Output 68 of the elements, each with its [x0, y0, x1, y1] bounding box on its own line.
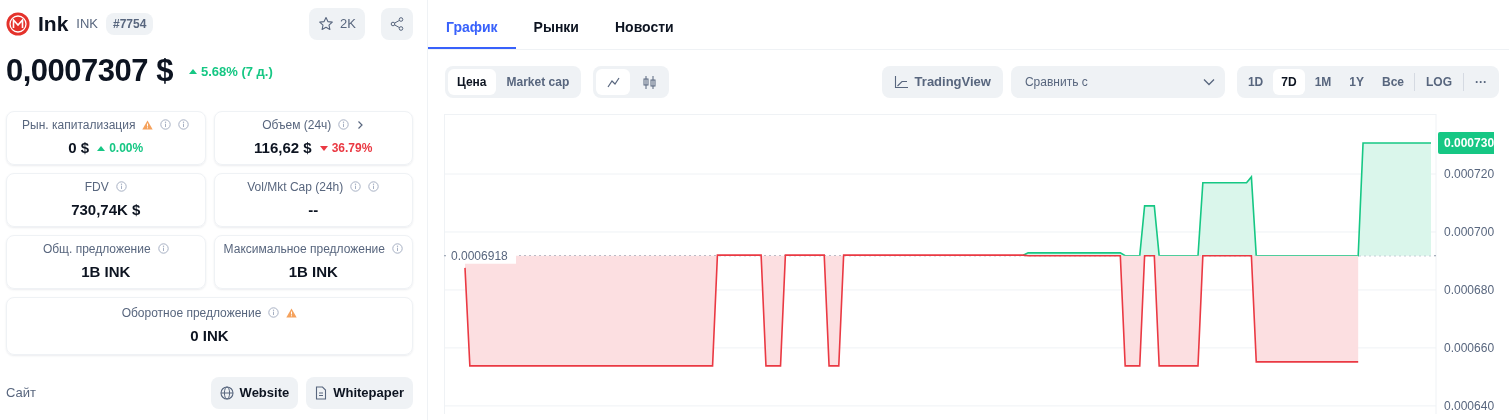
share-icon [390, 17, 404, 31]
stat-change: 0.00% [109, 140, 144, 157]
share-button[interactable] [381, 8, 413, 40]
stat-label: Рын. капитализация [22, 116, 136, 134]
star-icon [318, 16, 335, 32]
more-button[interactable]: ··· [1466, 69, 1496, 95]
stat-label: Максимальное предложение [223, 240, 385, 258]
candlestick-icon [641, 75, 657, 91]
site-label: Сайт [6, 383, 36, 402]
info-icon [350, 181, 362, 193]
range-button[interactable]: 1D [1239, 69, 1272, 95]
compare-dropdown[interactable]: Сравнить с [1010, 66, 1225, 98]
axis-label: 0.000640 [1444, 398, 1494, 413]
stat-value: 0 $ [68, 137, 90, 158]
stat-label: Общ. предложение [42, 240, 151, 258]
axis-label: 0.000700 [1444, 224, 1494, 239]
watchlist-button[interactable]: 2K [309, 8, 365, 40]
baseline-label: 0.0006918 [451, 248, 508, 263]
info-icon [391, 243, 403, 255]
link-button[interactable]: Website [210, 376, 299, 409]
stat-value: 1B INK [81, 261, 131, 282]
stat-change: 36.79% [331, 140, 373, 157]
price-tag: 0.000730 [1438, 132, 1494, 154]
info-icon [368, 181, 380, 193]
chart-icon [893, 75, 909, 89]
axis-label: 0.000680 [1444, 282, 1494, 297]
price-change: 5.68% (7 д.) [200, 62, 273, 81]
chevron-right-icon[interactable] [356, 119, 365, 130]
range-button[interactable]: 7D [1273, 69, 1305, 95]
coin-logo-icon [6, 12, 30, 36]
info-icon [115, 181, 127, 193]
link-button[interactable]: Whitepaper [306, 376, 413, 409]
price-value: 0,0007307 $ [6, 52, 173, 90]
warning-icon [286, 307, 298, 318]
rank-badge: #7754 [106, 13, 154, 35]
toggle-button[interactable]: Цена [448, 69, 496, 95]
info-icon [160, 119, 172, 131]
tab[interactable]: Новости [597, 0, 692, 49]
tab[interactable]: Рынки [515, 0, 597, 49]
toggle-button[interactable]: Market cap [497, 69, 579, 95]
stat-value: -- [308, 199, 319, 220]
stat-label: Оборотное предложение [121, 304, 262, 322]
info-icon [338, 119, 350, 131]
stat-label: Объем (24ч) [262, 116, 332, 134]
info-icon [178, 119, 190, 131]
stat-value: 0 INK [190, 325, 229, 346]
tradingview-button[interactable]: TradingView [881, 66, 1003, 98]
info-icon [268, 307, 280, 319]
axis-label: 0.000660 [1444, 340, 1494, 355]
range-button[interactable]: 1M [1306, 69, 1340, 95]
stat-label: Vol/Mkt Cap (24h) [247, 178, 344, 196]
stat-label: FDV [84, 178, 109, 196]
log-button[interactable]: LOG [1417, 69, 1461, 95]
coin-name: Ink [38, 11, 69, 38]
line-chart-button[interactable] [596, 69, 631, 95]
document-icon [315, 385, 328, 400]
stat-value: 1B INK [288, 261, 338, 282]
tab[interactable]: График [428, 0, 516, 49]
axis-label: 0.000720 [1444, 167, 1494, 181]
warning-icon [142, 119, 154, 130]
range-button[interactable]: Все [1374, 69, 1412, 95]
range-button[interactable]: 1Y [1341, 69, 1372, 95]
globe-icon [219, 385, 234, 400]
info-icon [157, 243, 169, 255]
chevron-down-icon [1202, 78, 1215, 86]
coin-symbol: INK [76, 15, 98, 34]
stat-value: 730,74K $ [71, 199, 141, 220]
stat-value: 116,62 $ [254, 137, 312, 158]
